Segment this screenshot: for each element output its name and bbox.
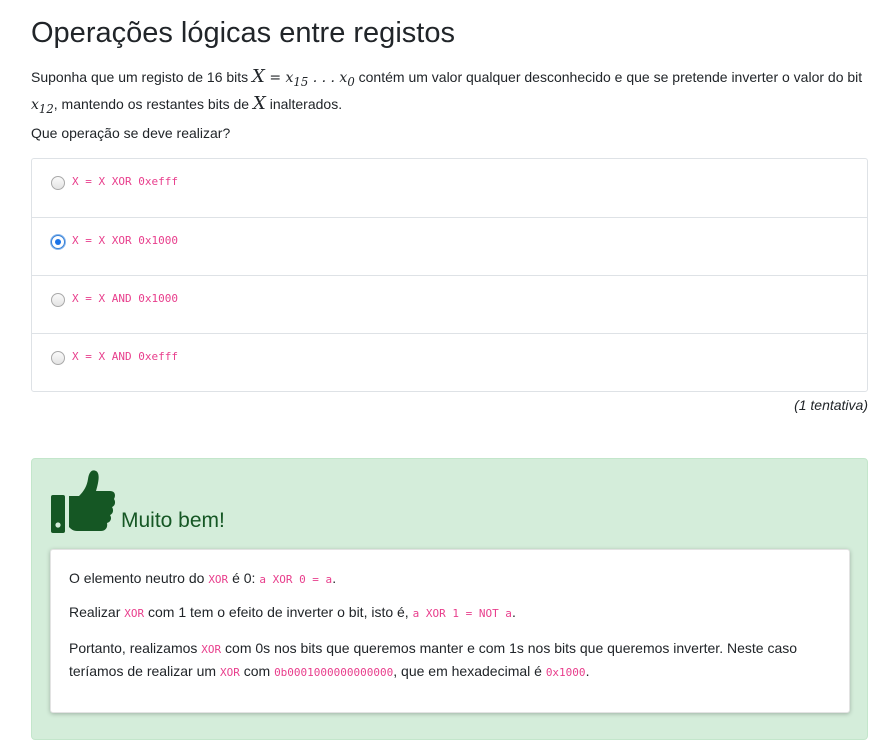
thumbs-up-icon xyxy=(51,470,116,533)
explanation-line-1: O elemento neutro do XOR é 0: a XOR 0 = … xyxy=(69,570,337,586)
explanation-line-2: Realizar XOR com 1 tem o efeito de inver… xyxy=(69,604,516,620)
radio-button-selected[interactable] xyxy=(51,235,65,249)
option-label: X = X AND 0xefff xyxy=(72,350,178,363)
answer-option[interactable]: X = X AND 0x1000 xyxy=(32,275,867,333)
question-text: Suponha que um registo de 16 bits X = x1… xyxy=(31,66,863,117)
answer-option[interactable]: X = X AND 0xefff xyxy=(32,333,867,391)
radio-button[interactable] xyxy=(51,176,65,190)
feedback-title: Muito bem! xyxy=(121,509,225,532)
feedback-explanation: O elemento neutro do XOR é 0: a XOR 0 = … xyxy=(50,549,850,713)
feedback-panel: Muito bem! O elemento neutro do XOR é 0:… xyxy=(31,458,868,740)
attempts-count: (1 tentativa) xyxy=(794,397,868,413)
explanation-line-3: Portanto, realizamos XOR com 0s nos bits… xyxy=(69,640,798,679)
answer-options: X = X XOR 0xefff X = X XOR 0x1000 X = X … xyxy=(31,158,868,392)
question-prompt: Que operação se deve realizar? xyxy=(31,125,231,141)
radio-button[interactable] xyxy=(51,293,65,307)
radio-button[interactable] xyxy=(51,351,65,365)
answer-option[interactable]: X = X XOR 0x1000 xyxy=(32,217,867,275)
option-label: X = X XOR 0xefff xyxy=(72,175,178,188)
option-label: X = X XOR 0x1000 xyxy=(72,234,178,247)
option-label: X = X AND 0x1000 xyxy=(72,292,178,305)
answer-option[interactable]: X = X XOR 0xefff xyxy=(32,159,867,217)
page-title: Operações lógicas entre registos xyxy=(31,17,455,49)
